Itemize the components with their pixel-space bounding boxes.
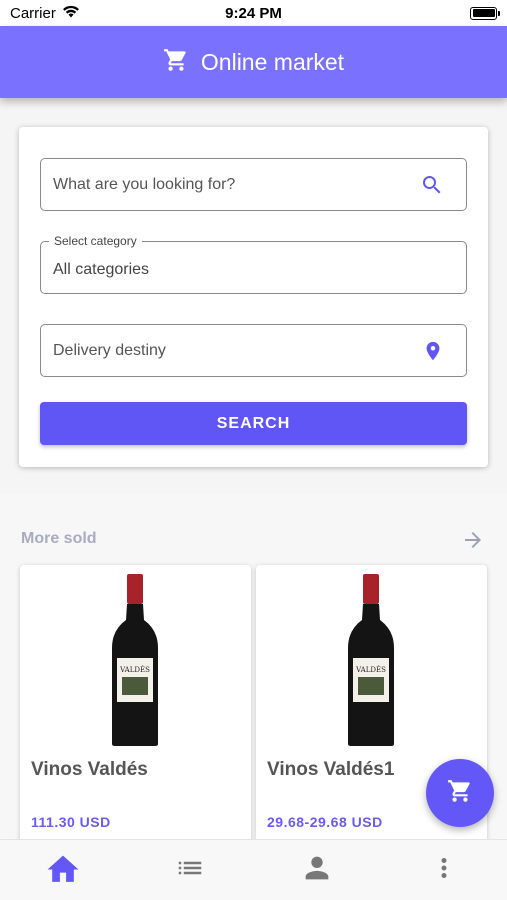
category-label: Select category [49,234,142,248]
more-vert-icon [429,851,459,890]
bottle-label-text: VALDÉS [119,665,150,674]
wifi-icon [62,5,80,22]
section-title: More sold [21,530,97,547]
product-price: 29.68-29.68 USD [267,814,383,830]
category-value: All categories [53,260,150,278]
battery-icon [470,6,500,20]
nav-tab-profile[interactable] [254,840,381,900]
list-icon [173,853,207,888]
product-name: Vinos Valdés1 [267,759,395,780]
carrier-label: Carrier [10,4,56,22]
search-card: What are you looking for? Select categor… [19,127,488,467]
app-bar: Online market [0,26,507,98]
search-button[interactable]: SEARCH [40,402,467,445]
search-placeholder: What are you looking for? [53,175,236,193]
status-bar: Carrier 9:24 PM [0,0,507,26]
bottom-nav [0,839,507,900]
wine-bottle-image: VALDÉS [344,574,398,751]
arrow-forward-icon[interactable] [461,528,485,557]
product-price: 111.30 USD [31,814,111,830]
cart-icon [447,778,473,809]
product-card[interactable]: VALDÉS Vinos Valdés 111.30 USD [20,565,251,865]
person-icon [300,851,334,890]
wine-bottle-image: VALDÉS [108,574,162,751]
cart-fab-button[interactable] [426,759,494,827]
nav-tab-home[interactable] [0,840,127,900]
cart-icon [163,47,189,78]
home-icon [44,851,82,890]
delivery-placeholder: Delivery destiny [53,341,166,359]
search-input[interactable]: What are you looking for? [40,158,467,211]
product-name: Vinos Valdés [31,759,148,780]
app-title: Online market [200,48,345,75]
location-pin-icon[interactable] [422,339,444,368]
nav-tab-list[interactable] [127,840,254,900]
category-select[interactable]: Select category All categories [40,234,467,294]
search-icon[interactable] [420,173,444,202]
delivery-input[interactable]: Delivery destiny [40,324,467,377]
nav-tab-more[interactable] [380,840,507,900]
bottle-label-text: VALDÉS [355,665,386,674]
